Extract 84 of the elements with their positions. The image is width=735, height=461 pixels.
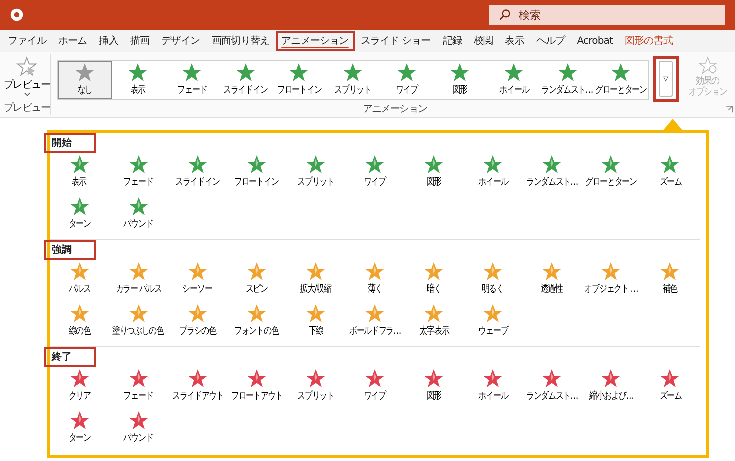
animation-option[interactable]: 図形 xyxy=(404,367,464,409)
animation-option[interactable]: カラー パルス xyxy=(109,260,168,302)
animation-option[interactable]: 図形 xyxy=(404,153,464,195)
animation-option[interactable]: フェード xyxy=(165,61,219,99)
animation-option[interactable]: フロートアウト xyxy=(227,367,286,409)
ribbon-tab[interactable]: 挿入 xyxy=(93,31,124,51)
animation-option[interactable]: なし xyxy=(58,61,112,99)
animation-option[interactable]: スプリット xyxy=(286,367,346,409)
animation-option[interactable]: スプリット xyxy=(286,153,346,195)
ribbon-tab[interactable]: デザイン xyxy=(156,31,206,51)
animation-option[interactable]: 透過性 xyxy=(522,260,582,302)
animation-option[interactable]: ランダムスト… xyxy=(522,153,582,195)
animation-option[interactable]: スプリット xyxy=(326,61,380,99)
animation-option[interactable]: フェード xyxy=(109,153,168,195)
animation-option[interactable]: ブラシの色 xyxy=(168,302,228,344)
animation-option[interactable]: パルス xyxy=(50,260,110,302)
animation-option[interactable]: ワイプ xyxy=(345,367,405,409)
animation-option[interactable]: シーソー xyxy=(168,260,228,302)
search-field[interactable]: 検索 xyxy=(489,5,725,25)
app-logo-icon xyxy=(10,8,24,22)
animation-option[interactable]: ワイプ xyxy=(345,153,405,195)
animation-option[interactable]: ホイール xyxy=(487,61,541,99)
animation-option[interactable]: フォントの色 xyxy=(227,302,286,344)
animation-option[interactable]: フロートイン xyxy=(227,153,286,195)
animation-option[interactable]: スライドアウト xyxy=(168,367,228,409)
animation-option[interactable]: 下線 xyxy=(286,302,346,344)
animation-option[interactable]: グローとターン xyxy=(582,153,641,195)
caret-icon xyxy=(24,92,30,97)
animation-option[interactable]: ワイプ xyxy=(380,61,434,99)
animation-option[interactable]: 暗く xyxy=(404,260,464,302)
animation-option[interactable]: 縮小および… xyxy=(582,367,641,409)
animation-option[interactable]: 表示 xyxy=(112,61,166,99)
ribbon-tab[interactable]: 表示 xyxy=(499,31,530,51)
animation-option[interactable]: バウンド xyxy=(109,409,168,451)
animation-option[interactable]: バウンド xyxy=(109,195,168,237)
animation-option[interactable]: ターン xyxy=(50,195,110,237)
section-title: 終了 xyxy=(44,347,96,367)
animation-option[interactable]: 補色 xyxy=(640,260,700,302)
dialog-launcher-icon[interactable] xyxy=(726,106,733,113)
animation-option[interactable]: 明るく xyxy=(464,260,523,302)
animation-option[interactable]: グローとターン xyxy=(594,61,648,99)
ribbon-tab[interactable]: ホーム xyxy=(52,31,94,51)
animation-option[interactable]: スライドイン xyxy=(218,61,273,99)
section-title: 開始 xyxy=(44,133,96,153)
star-gear-icon xyxy=(698,56,718,76)
animation-option[interactable]: スライドイン xyxy=(168,153,228,195)
ribbon-tab[interactable]: アニメーション xyxy=(276,31,355,51)
section-title: 強調 xyxy=(44,240,96,260)
animation-option[interactable]: 拡大/収縮 xyxy=(286,260,346,302)
animation-option[interactable]: ランダムスト… xyxy=(540,61,594,99)
ribbon-tab[interactable]: 描画 xyxy=(124,31,156,51)
animation-option[interactable]: 線の色 xyxy=(50,302,110,344)
animation-option[interactable]: オブジェクト … xyxy=(582,260,641,302)
gallery-more-button[interactable]: ▿ xyxy=(653,56,679,102)
animation-option[interactable]: ホイール xyxy=(464,367,523,409)
group-label: プレビュー xyxy=(4,102,50,115)
search-icon xyxy=(499,9,511,21)
ribbon-tab[interactable]: 校閲 xyxy=(468,31,500,51)
animation-option[interactable]: ホイール xyxy=(464,153,523,195)
ribbon-tab[interactable]: Acrobat xyxy=(571,32,620,50)
animation-option[interactable]: ターン xyxy=(50,409,110,451)
animation-option[interactable]: 塗りつぶしの色 xyxy=(109,302,168,344)
ribbon-tab[interactable]: 記録 xyxy=(436,31,468,51)
preview-button[interactable]: プレビュー xyxy=(2,54,52,99)
group-label: アニメーション xyxy=(362,103,428,116)
animation-option[interactable]: フェード xyxy=(109,367,168,409)
ribbon-tab[interactable]: スライド ショー xyxy=(354,31,437,51)
ribbon-tab[interactable]: ヘルプ xyxy=(530,31,572,51)
star-play-icon xyxy=(16,56,38,78)
animation-option[interactable]: フロートイン xyxy=(272,61,326,99)
ribbon-tab[interactable]: ファイル xyxy=(2,31,52,51)
animation-option[interactable]: クリア xyxy=(50,367,110,409)
ribbon-tab[interactable]: 図形の書式 xyxy=(619,31,680,51)
animation-option[interactable]: ズーム xyxy=(640,367,700,409)
ribbon-tab[interactable]: 画面切り替え xyxy=(206,31,276,51)
animation-option[interactable]: ウェーブ xyxy=(464,302,523,344)
animation-option[interactable]: ズーム xyxy=(640,153,700,195)
animation-option[interactable]: ランダムスト… xyxy=(522,367,582,409)
animation-option[interactable]: 図形 xyxy=(433,61,488,99)
animation-option[interactable]: スピン xyxy=(227,260,286,302)
animation-option[interactable]: 太字表示 xyxy=(404,302,464,344)
animation-option[interactable]: 表示 xyxy=(50,153,110,195)
animation-option[interactable]: 薄く xyxy=(345,260,405,302)
animation-option[interactable]: ボールドフラ… xyxy=(345,302,405,344)
